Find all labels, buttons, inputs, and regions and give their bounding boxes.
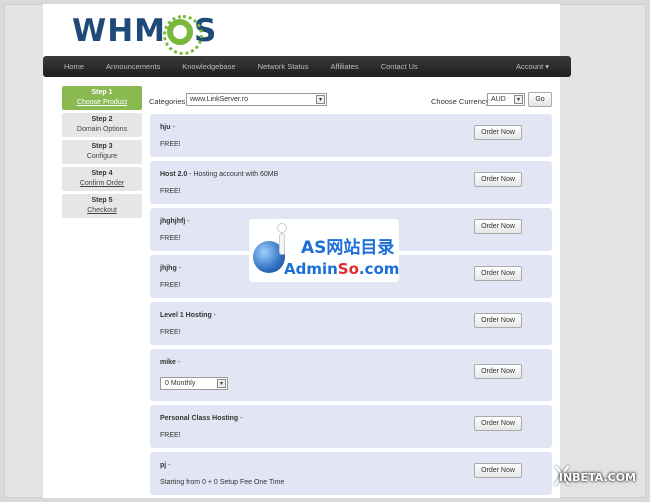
- product-name-line: mike -: [160, 359, 180, 366]
- watermark-domain-part3: .com: [358, 260, 400, 278]
- order-now-button[interactable]: Order Now: [474, 364, 522, 379]
- chevron-down-icon: ▾: [316, 95, 325, 104]
- currency-label: Choose Currency:: [431, 97, 492, 106]
- order-now-button[interactable]: Order Now: [474, 463, 522, 478]
- product-card: Host 2.0 - Hosting account with 60MB FRE…: [150, 161, 552, 204]
- main-navbar: Home Announcements Knowledgebase Network…: [43, 56, 571, 77]
- currency-select[interactable]: AUD ▾: [487, 93, 525, 106]
- product-name-line: pj -: [160, 462, 171, 469]
- product-name: Level 1 Hosting: [160, 312, 212, 319]
- billing-cycle-value: 0 Monthly: [165, 380, 196, 387]
- step-label[interactable]: Confirm Order: [62, 179, 142, 189]
- watermark-title: AS网站目录: [301, 238, 395, 258]
- product-card: Level 1 Hosting - FREE! Order Now: [150, 302, 552, 345]
- product-price: FREE!: [160, 188, 181, 195]
- step-2: Step 2 Domain Options: [62, 113, 142, 137]
- product-card: mike - 0 Monthly ▾ Order Now: [150, 349, 552, 401]
- product-name: mike: [160, 359, 176, 366]
- nav-account-menu[interactable]: Account ▾: [506, 62, 571, 71]
- watermark-domain-part2: So: [337, 260, 359, 278]
- adminso-watermark: AS网站目录 AdminSo.com: [249, 219, 399, 282]
- order-now-button[interactable]: Order Now: [474, 416, 522, 431]
- nav-home[interactable]: Home: [43, 62, 96, 71]
- product-price: FREE!: [160, 235, 181, 242]
- product-name: hju: [160, 124, 171, 131]
- step-number: Step 4: [91, 170, 113, 177]
- order-steps: Step 1 Choose Product Step 2 Domain Opti…: [62, 86, 142, 221]
- product-name-line: Host 2.0 - Hosting account with 60MB: [160, 171, 278, 178]
- product-desc: - Hosting account with 60MB: [187, 171, 279, 178]
- order-now-button[interactable]: Order Now: [474, 172, 522, 187]
- chevron-down-icon: ▾: [514, 95, 523, 104]
- product-price: FREE!: [160, 141, 181, 148]
- product-desc: -: [238, 415, 243, 422]
- nav-knowledgebase[interactable]: Knowledgebase: [172, 62, 247, 71]
- product-name: Personal Class Hosting: [160, 415, 239, 422]
- step-number: Step 2: [91, 116, 113, 123]
- category-select[interactable]: www.LinkServer.ro ▾: [186, 93, 327, 106]
- nav-contact-us[interactable]: Contact Us: [371, 62, 430, 71]
- product-card: pj - Starting from 0 + 0 Setup Fee One T…: [150, 452, 552, 495]
- chevron-down-icon: ▾: [217, 379, 226, 388]
- go-button[interactable]: Go: [528, 92, 552, 107]
- step-label: Domain Options: [76, 126, 128, 133]
- billing-cycle-select[interactable]: 0 Monthly ▾: [160, 377, 228, 390]
- step-5[interactable]: Step 5 Checkout: [62, 194, 142, 218]
- order-now-button[interactable]: Order Now: [474, 266, 522, 281]
- nav-announcements[interactable]: Announcements: [96, 62, 172, 71]
- product-desc: -: [170, 124, 175, 131]
- step-4[interactable]: Step 4 Confirm Order: [62, 167, 142, 191]
- product-name-line: Level 1 Hosting -: [160, 312, 216, 319]
- step-number: Step 3: [91, 143, 113, 150]
- product-price: FREE!: [160, 432, 181, 439]
- order-now-button[interactable]: Order Now: [474, 219, 522, 234]
- watermark-domain: AdminSo.com: [284, 260, 399, 278]
- step-number: Step 5: [91, 197, 113, 204]
- inbeta-watermark: INBETA.COM: [558, 471, 636, 484]
- product-card: Personal Class Hosting - FREE! Order Now: [150, 405, 552, 448]
- product-desc: -: [166, 462, 171, 469]
- category-value: www.LinkServer.ro: [190, 96, 248, 103]
- logo-text-left: WHM: [72, 13, 166, 49]
- person-figure-icon: [271, 223, 293, 263]
- product-name-line: Personal Class Hosting -: [160, 415, 242, 422]
- product-name: jhjhg: [160, 265, 177, 272]
- order-now-button[interactable]: Order Now: [474, 125, 522, 140]
- step-number: Step 1: [91, 89, 113, 96]
- nav-affiliates[interactable]: Affiliates: [320, 62, 370, 71]
- product-price: FREE!: [160, 329, 181, 336]
- watermark-domain-part1: Admin: [284, 260, 338, 278]
- product-desc: -: [176, 265, 181, 272]
- product-name-line: jhjhg -: [160, 265, 181, 272]
- whmcs-logo[interactable]: WHM S: [72, 13, 217, 55]
- step-3: Step 3 Configure: [62, 140, 142, 164]
- currency-value: AUD: [491, 96, 506, 103]
- step-label[interactable]: Choose Product: [62, 98, 142, 108]
- product-price: FREE!: [160, 282, 181, 289]
- product-name: Host 2.0: [160, 171, 188, 178]
- product-price: Starting from 0 + 0 Setup Fee One Time: [160, 479, 285, 486]
- step-label: Configure: [86, 153, 118, 160]
- product-name: jhghjhfj: [160, 218, 186, 225]
- product-desc: -: [175, 359, 181, 366]
- product-card: hju - FREE! Order Now: [150, 114, 552, 157]
- nav-network-status[interactable]: Network Status: [248, 62, 321, 71]
- product-desc: -: [185, 218, 190, 225]
- step-label[interactable]: Checkout: [62, 206, 142, 216]
- gear-icon: [163, 15, 203, 55]
- categories-label: Categories:: [149, 97, 188, 106]
- step-1[interactable]: Step 1 Choose Product: [62, 86, 142, 110]
- order-now-button[interactable]: Order Now: [474, 313, 522, 328]
- product-name-line: hju -: [160, 124, 175, 131]
- product-desc: -: [211, 312, 217, 319]
- product-name-line: jhghjhfj -: [160, 218, 190, 225]
